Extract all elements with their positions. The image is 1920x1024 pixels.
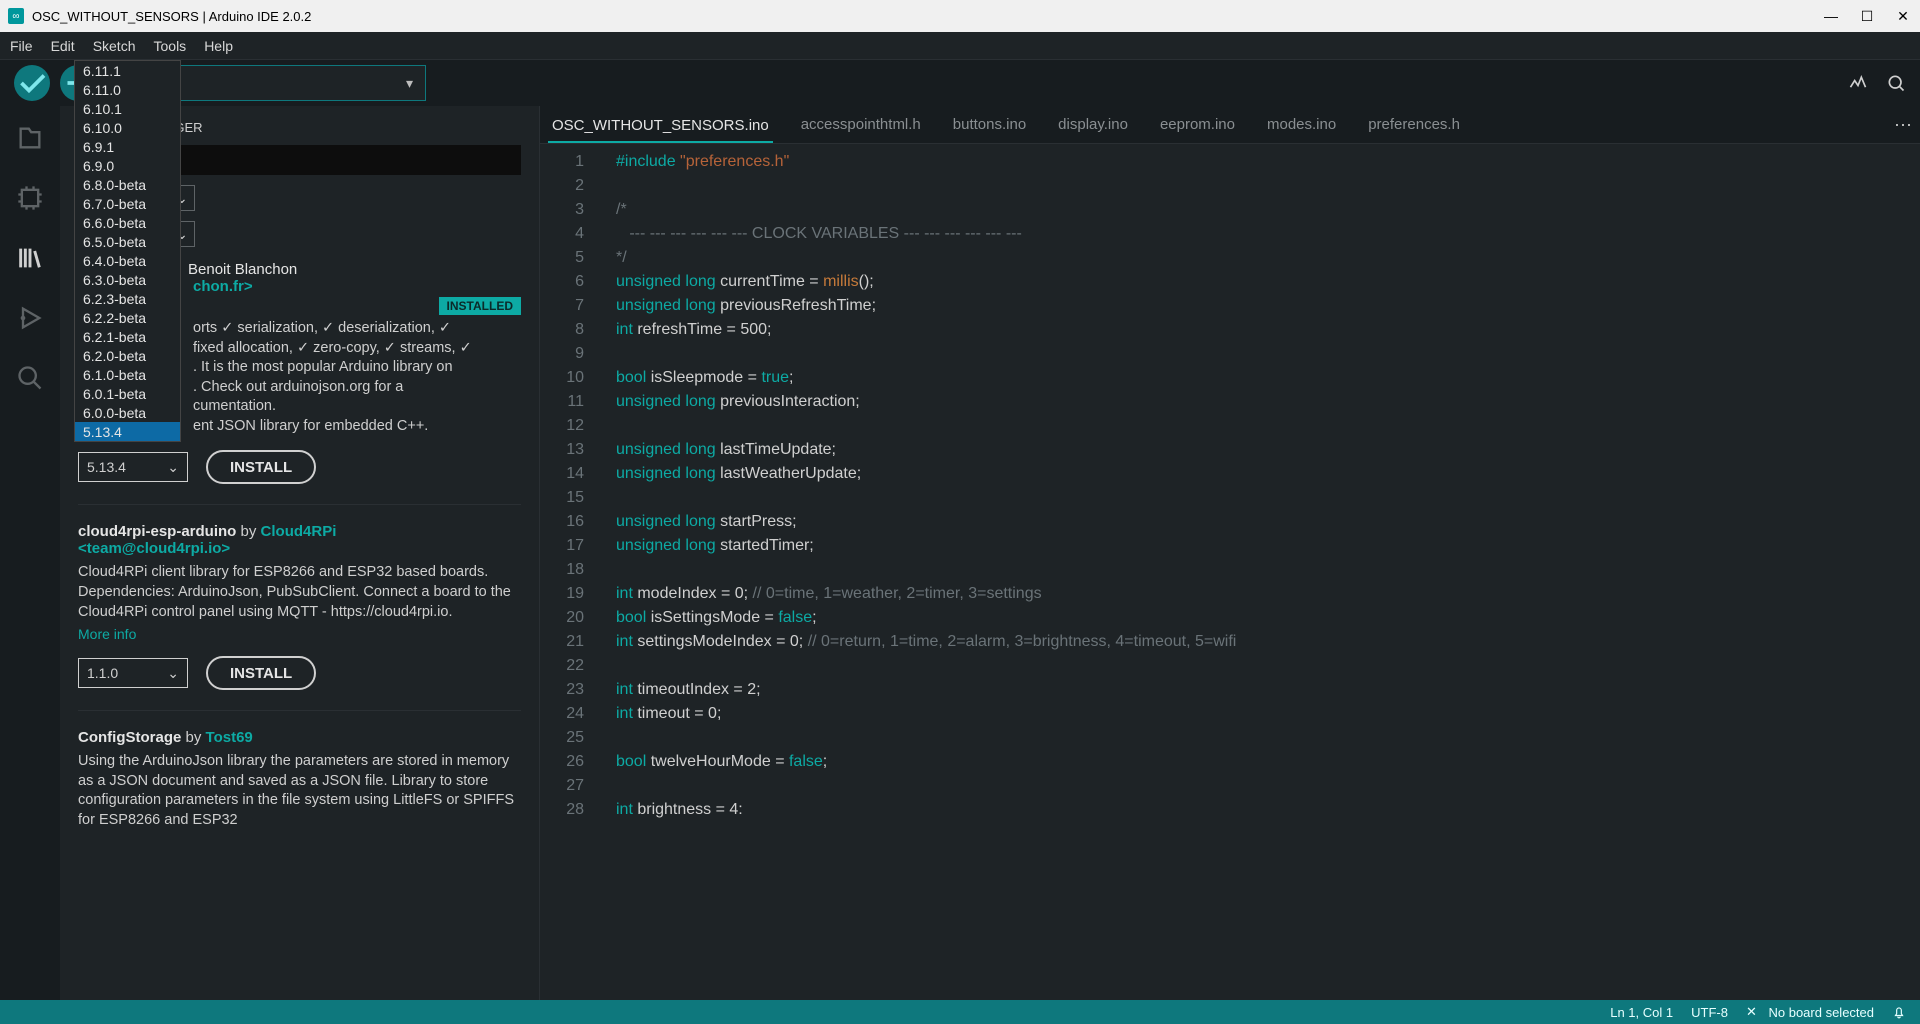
app-icon: ∞ <box>8 8 24 24</box>
dropdown-option[interactable]: 6.2.2-beta <box>75 308 180 327</box>
menu-help[interactable]: Help <box>204 38 233 54</box>
dropdown-option[interactable]: 6.11.1 <box>75 61 180 80</box>
close-icon[interactable]: ✕ <box>1894 7 1912 25</box>
library-description: Using the ArduinoJson library the parame… <box>78 752 521 830</box>
install-button[interactable]: INSTALL <box>206 450 316 484</box>
menubar: File Edit Sketch Tools Help <box>0 32 1920 60</box>
debug-icon[interactable] <box>16 304 44 332</box>
library-email: <team@cloud4rpi.io> <box>78 540 521 557</box>
minimize-icon[interactable]: — <box>1822 7 1840 25</box>
dropdown-option[interactable]: 6.6.0-beta <box>75 213 180 232</box>
window-title: OSC_WITHOUT_SENSORS | Arduino IDE 2.0.2 <box>32 9 311 24</box>
encoding: UTF-8 <box>1691 1005 1728 1020</box>
maximize-icon[interactable]: ☐ <box>1858 7 1876 25</box>
dropdown-option[interactable]: 6.0.0-beta <box>75 403 180 422</box>
version-dropdown[interactable]: 6.11.16.11.06.10.16.10.06.9.16.9.06.8.0-… <box>74 60 181 442</box>
dropdown-option[interactable]: 6.7.0-beta <box>75 194 180 213</box>
menu-file[interactable]: File <box>10 38 33 54</box>
dropdown-option[interactable]: 6.2.0-beta <box>75 346 180 365</box>
tab[interactable]: OSC_WITHOUT_SENSORS.ino <box>548 117 773 143</box>
version-select[interactable]: 1.1.0⌄ <box>78 658 188 688</box>
menu-edit[interactable]: Edit <box>51 38 75 54</box>
dropdown-option[interactable]: 6.1.0-beta <box>75 365 180 384</box>
menu-tools[interactable]: Tools <box>154 38 187 54</box>
dropdown-option[interactable]: 5.13.4 <box>75 422 180 441</box>
dropdown-option[interactable]: 6.11.0 <box>75 80 180 99</box>
dropdown-option[interactable]: 6.10.0 <box>75 118 180 137</box>
tab[interactable]: modes.ino <box>1263 116 1340 133</box>
tab-overflow-icon[interactable]: ··· <box>1894 114 1912 135</box>
sketchbook-icon[interactable] <box>16 124 44 152</box>
editor: OSC_WITHOUT_SENSORS.ino accesspointhtml.h… <box>540 106 1920 1000</box>
library-author: Benoit Blanchon <box>188 261 297 278</box>
source-text: #include "preferences.h" /* --- --- --- … <box>600 144 1920 1000</box>
dropdown-option[interactable]: 6.2.3-beta <box>75 289 180 308</box>
status-bar: Ln 1, Col 1 UTF-8 ✕ No board selected <box>0 1000 1920 1024</box>
search-icon[interactable] <box>16 364 44 392</box>
bell-icon[interactable] <box>1892 1005 1906 1019</box>
tab-bar: OSC_WITHOUT_SENSORS.ino accesspointhtml.h… <box>540 106 1920 144</box>
dropdown-option[interactable]: 6.10.1 <box>75 99 180 118</box>
dropdown-option[interactable]: 6.2.1-beta <box>75 327 180 346</box>
cursor-position: Ln 1, Col 1 <box>1610 1005 1673 1020</box>
install-button[interactable]: INSTALL <box>206 656 316 690</box>
chevron-down-icon: ⌄ <box>167 459 179 476</box>
board-status[interactable]: ✕ No board selected <box>1746 1004 1874 1020</box>
dropdown-option[interactable]: 6.9.1 <box>75 137 180 156</box>
boards-manager-icon[interactable] <box>16 184 44 212</box>
version-select[interactable]: 5.13.4⌄ <box>78 452 188 482</box>
library-manager-icon[interactable] <box>16 244 44 272</box>
chevron-down-icon: ▾ <box>406 75 413 92</box>
library-email: chon.fr> <box>193 278 521 295</box>
library-description: Cloud4RPi client library for ESP8266 and… <box>78 563 521 622</box>
dropdown-option[interactable]: 6.9.0 <box>75 156 180 175</box>
dropdown-option[interactable]: 6.0.1-beta <box>75 384 180 403</box>
serial-monitor-icon[interactable] <box>1886 73 1906 93</box>
code-area[interactable]: 1234567891011121314151617181920212223242… <box>540 144 1920 1000</box>
tab[interactable]: display.ino <box>1054 116 1132 133</box>
dropdown-option[interactable]: 6.8.0-beta <box>75 175 180 194</box>
tab[interactable]: accesspointhtml.h <box>797 116 925 133</box>
library-card: cloud4rpi-esp-arduino by Cloud4RPi <team… <box>78 523 521 711</box>
tab[interactable]: eeprom.ino <box>1156 116 1239 133</box>
tab[interactable]: preferences.h <box>1364 116 1464 133</box>
library-panel: LIBRARY MANAGER a Ty ⌄ To ⌄ 6.11.16.11.0… <box>60 106 540 1000</box>
chevron-down-icon: ⌄ <box>167 665 179 682</box>
installed-badge: INSTALLED <box>439 297 521 315</box>
dropdown-option[interactable]: 6.5.0-beta <box>75 232 180 251</box>
gutter: 1234567891011121314151617181920212223242… <box>540 144 600 1000</box>
library-card: ConfigStorage by Tost69 Using the Arduin… <box>78 729 521 850</box>
more-info-link[interactable]: More info <box>78 626 521 642</box>
verify-button[interactable] <box>14 65 50 101</box>
serial-plotter-icon[interactable] <box>1848 73 1868 93</box>
activity-bar <box>0 106 60 1000</box>
toolbar: t Board ▾ <box>0 60 1920 106</box>
dropdown-option[interactable]: 6.4.0-beta <box>75 251 180 270</box>
tab[interactable]: buttons.ino <box>949 116 1030 133</box>
dropdown-option[interactable]: 6.3.0-beta <box>75 270 180 289</box>
menu-sketch[interactable]: Sketch <box>93 38 136 54</box>
titlebar: ∞ OSC_WITHOUT_SENSORS | Arduino IDE 2.0.… <box>0 0 1920 32</box>
